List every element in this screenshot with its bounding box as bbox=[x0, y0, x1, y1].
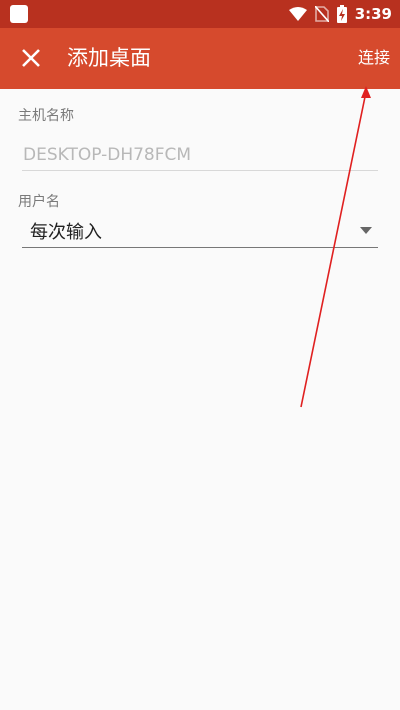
dropdown-caret-icon bbox=[360, 227, 372, 234]
no-sim-icon bbox=[314, 6, 329, 22]
connect-button[interactable]: 连接 bbox=[358, 47, 390, 69]
username-select[interactable]: 每次输入 bbox=[22, 214, 378, 248]
close-icon[interactable] bbox=[18, 45, 44, 71]
status-icons: 3:39 bbox=[288, 3, 392, 25]
notification-app-icon bbox=[10, 5, 28, 23]
status-time: 3:39 bbox=[354, 5, 392, 23]
host-name-label: 主机名称 bbox=[18, 108, 74, 124]
wifi-icon bbox=[288, 7, 307, 21]
toolbar: 添加桌面 连接 bbox=[0, 28, 400, 89]
status-bar: 3:39 bbox=[0, 0, 400, 28]
username-select-value: 每次输入 bbox=[30, 222, 102, 243]
host-name-input[interactable] bbox=[22, 139, 378, 171]
username-label: 用户名 bbox=[18, 194, 60, 210]
page-title: 添加桌面 bbox=[67, 46, 151, 70]
battery-charging-icon bbox=[336, 5, 347, 23]
